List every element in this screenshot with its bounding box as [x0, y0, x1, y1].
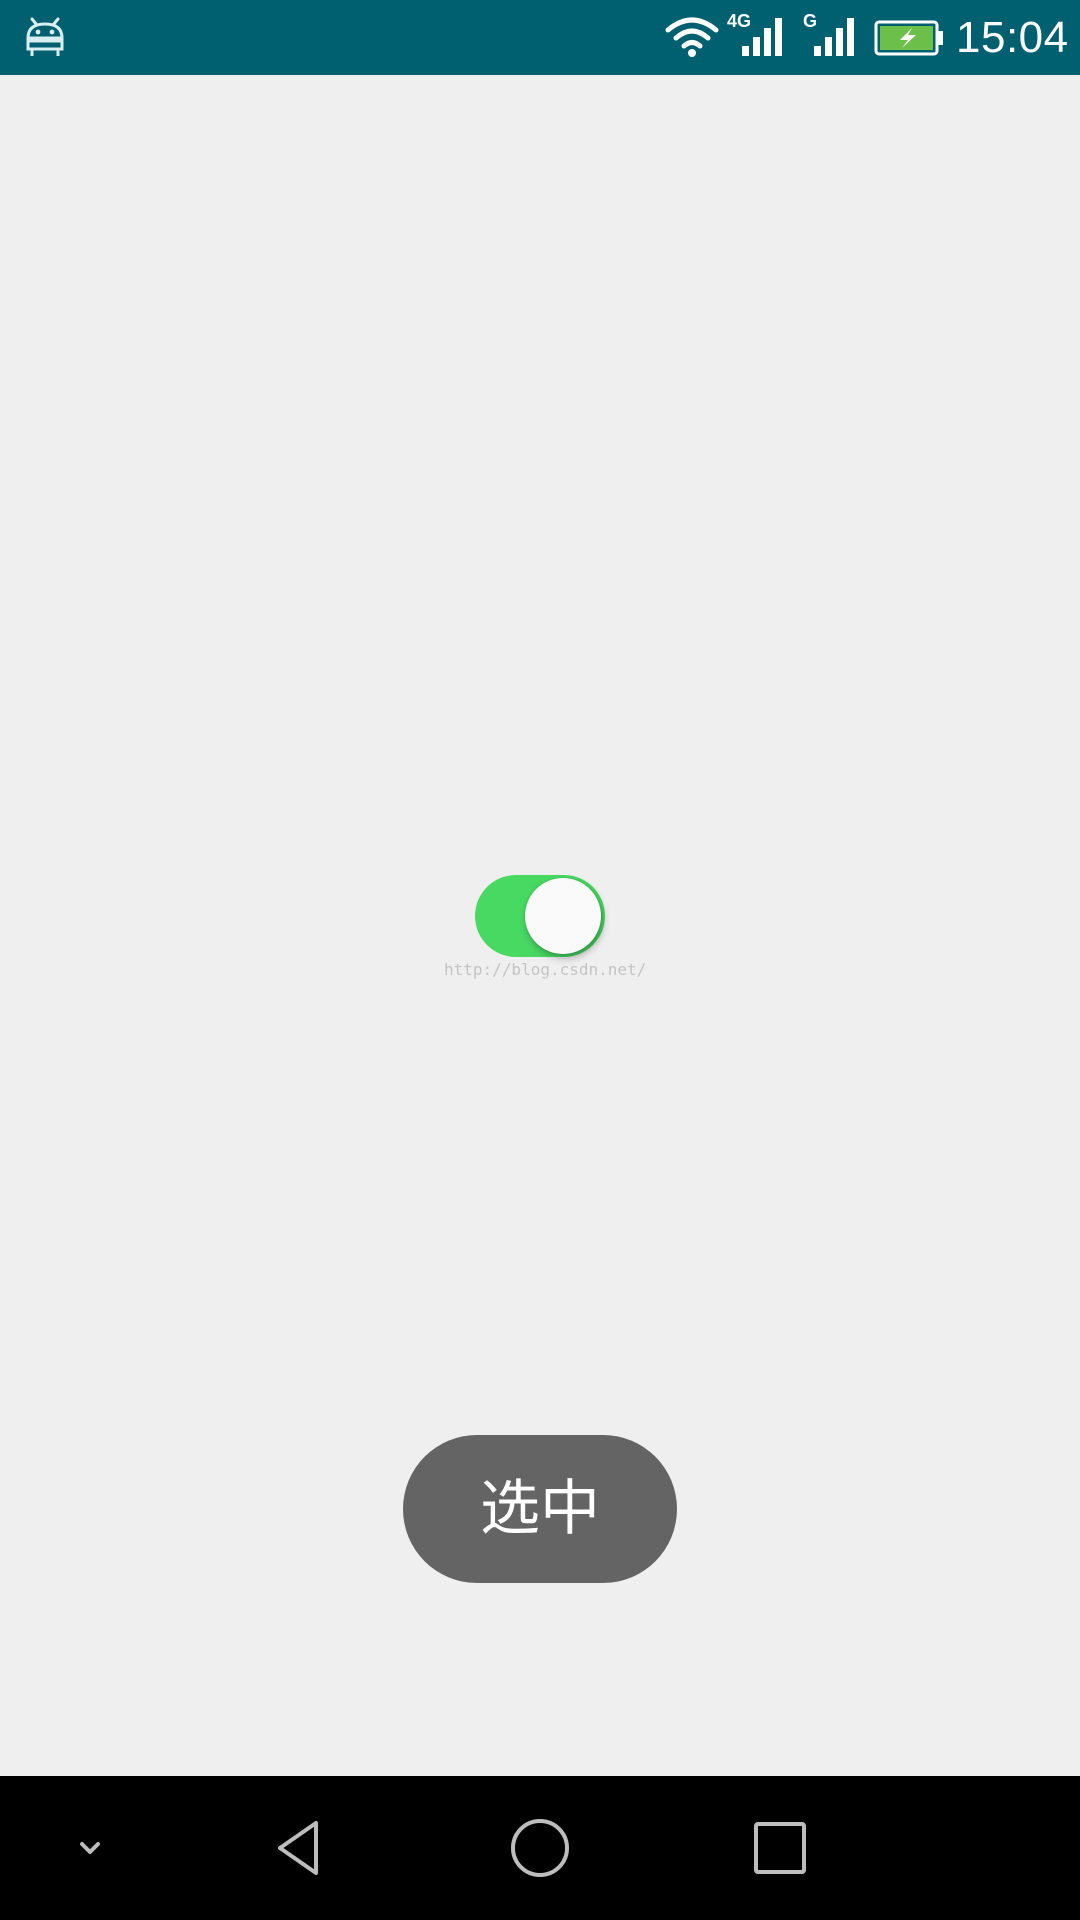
home-button[interactable]: [470, 1776, 610, 1920]
signal-g-icon: [814, 18, 854, 56]
navigation-bar: [0, 1776, 1080, 1920]
recent-apps-button[interactable]: [710, 1776, 850, 1920]
back-button[interactable]: [230, 1776, 370, 1920]
status-clock: 15:04: [956, 13, 1069, 62]
toast-text: 选中: [480, 1474, 600, 1544]
recent-square-icon: [754, 1822, 806, 1874]
home-circle-icon: [511, 1819, 569, 1877]
wifi-icon: [665, 17, 719, 57]
back-triangle-icon: [278, 1821, 318, 1875]
signal-4g-icon: [742, 18, 782, 56]
hide-nav-button[interactable]: [20, 1776, 160, 1920]
toggle-switch[interactable]: [475, 875, 605, 957]
android-icon: [26, 17, 64, 56]
toast-message: 选中: [403, 1435, 677, 1583]
chevron-down-icon: [80, 1842, 100, 1854]
toggle-knob[interactable]: [525, 878, 601, 954]
watermark-text: http://blog.csdn.net/: [444, 960, 647, 979]
status-bar: 4G G 15:04: [0, 0, 1080, 75]
battery-charging-icon: [874, 20, 943, 56]
